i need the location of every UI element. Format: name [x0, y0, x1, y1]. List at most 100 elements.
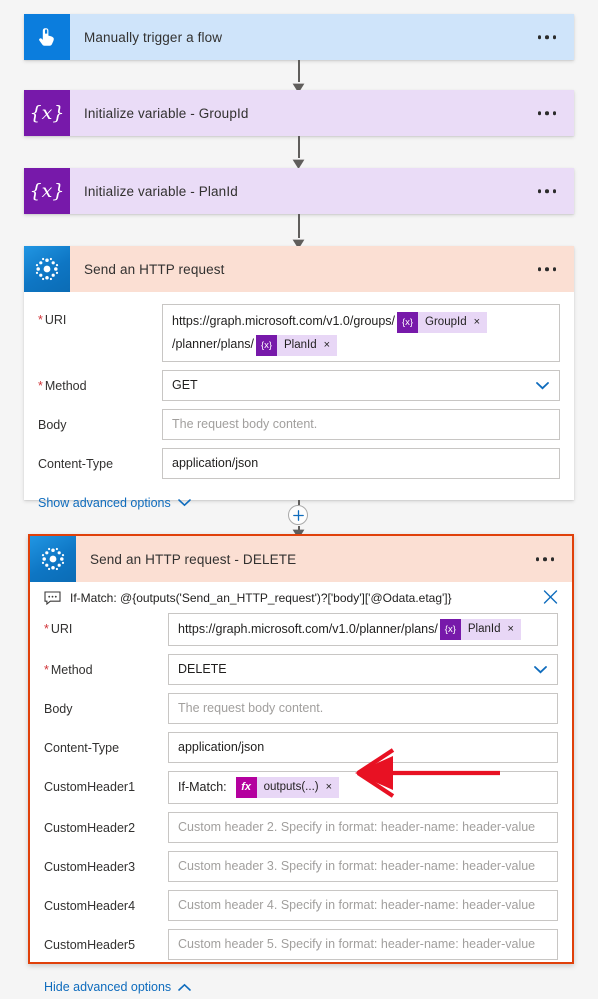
variable-braces-icon: {x}	[24, 168, 70, 214]
field-row-custom-header-1: CustomHeader1 If-Match: fx outputs(...) …	[44, 771, 558, 804]
token-label: GroupId	[425, 316, 467, 328]
show-advanced-options-link[interactable]: Show advanced options	[38, 496, 191, 510]
http-connector-icon	[24, 246, 70, 292]
token-label: outputs(...)	[263, 781, 319, 793]
card-menu-button[interactable]	[532, 551, 559, 567]
header-name-text: If-Match:	[178, 780, 227, 794]
menu-dot	[537, 35, 541, 39]
content-type-value: application/json	[172, 456, 259, 470]
step-card-init-planid[interactable]: {x} Initialize variable - PlanId	[24, 168, 574, 214]
field-label-method: * Method	[38, 379, 87, 393]
uri-input[interactable]: https://graph.microsoft.com/v1.0/planner…	[168, 613, 558, 646]
token-label: PlanId	[284, 339, 317, 351]
http-connector-icon	[30, 536, 76, 582]
menu-dot	[552, 189, 556, 193]
variable-token-icon: {x}	[439, 619, 461, 640]
card-menu-button[interactable]	[534, 29, 561, 45]
card-header[interactable]: Send an HTTP request - DELETE	[30, 536, 572, 582]
field-row-custom-header-5: CustomHeader5 Custom header 5. Specify i…	[44, 929, 558, 960]
menu-dot	[545, 35, 549, 39]
body-input[interactable]: The request body content.	[162, 409, 560, 440]
token-remove-icon[interactable]: ×	[507, 620, 520, 639]
hide-advanced-options-link[interactable]: Hide advanced options	[44, 980, 191, 994]
variable-token-icon: {x}	[397, 312, 419, 333]
token-groupid[interactable]: {x} GroupId ×	[397, 312, 488, 333]
custom-header-5-placeholder: Custom header 5. Specify in format: head…	[178, 937, 536, 951]
expression-token-icon: fx	[235, 777, 257, 798]
chevron-down-icon[interactable]	[536, 381, 549, 390]
card-header[interactable]: {x} Initialize variable - PlanId	[24, 168, 574, 214]
step-comment-row: If-Match: @{outputs('Send_an_HTTP_reques…	[30, 582, 572, 611]
body-placeholder: The request body content.	[172, 417, 318, 431]
method-value: GET	[172, 378, 198, 392]
custom-header-1-field[interactable]: If-Match: fx outputs(...) ×	[168, 771, 558, 804]
field-row-custom-header-4: CustomHeader4 Custom header 4. Specify i…	[44, 890, 558, 921]
card-menu-button[interactable]	[534, 183, 561, 199]
custom-header-2-field[interactable]: Custom header 2. Specify in format: head…	[168, 812, 558, 843]
card-header[interactable]: {x} Initialize variable - GroupId	[24, 90, 574, 136]
variable-braces-glyph: {x}	[29, 179, 65, 202]
field-row-body: Body The request body content.	[38, 409, 560, 440]
custom-header-3-field[interactable]: Custom header 3. Specify in format: head…	[168, 851, 558, 882]
token-planid[interactable]: {x} PlanId ×	[439, 619, 521, 640]
card-menu-button[interactable]	[534, 105, 561, 121]
method-select[interactable]: GET	[162, 370, 560, 401]
field-row-body: Body The request body content.	[44, 693, 558, 724]
comment-icon	[44, 591, 61, 606]
field-label-body: Body	[44, 702, 73, 716]
uri-text-segment: https://graph.microsoft.com/v1.0/planner…	[178, 622, 438, 636]
add-step-plus-button[interactable]	[288, 505, 308, 525]
custom-header-2-placeholder: Custom header 2. Specify in format: head…	[178, 820, 536, 834]
custom-header-5-field[interactable]: Custom header 5. Specify in format: head…	[168, 929, 558, 960]
card-menu-button[interactable]	[534, 261, 561, 277]
card-header[interactable]: Manually trigger a flow	[24, 14, 574, 60]
uri-input[interactable]: https://graph.microsoft.com/v1.0/groups/…	[162, 304, 560, 362]
step-card-trigger[interactable]: Manually trigger a flow	[24, 14, 574, 60]
chevron-down-icon	[177, 496, 191, 510]
show-advanced-options-label: Show advanced options	[38, 496, 171, 510]
custom-header-4-field[interactable]: Custom header 4. Specify in format: head…	[168, 890, 558, 921]
body-input[interactable]: The request body content.	[168, 693, 558, 724]
menu-dot	[552, 35, 556, 39]
token-label: PlanId	[467, 623, 501, 635]
custom-header-4-placeholder: Custom header 4. Specify in format: head…	[178, 898, 536, 912]
method-select[interactable]: DELETE	[168, 654, 558, 685]
menu-dot	[545, 267, 549, 271]
field-label-custom-header-2: CustomHeader2	[44, 821, 136, 835]
step-card-http-delete[interactable]: Send an HTTP request - DELETE If-Match: …	[28, 534, 574, 994]
body-placeholder: The request body content.	[178, 701, 324, 715]
field-label-custom-header-4: CustomHeader4	[44, 899, 136, 913]
card-title: Initialize variable - GroupId	[84, 105, 249, 121]
field-row-uri: * URI https://graph.microsoft.com/v1.0/pl…	[44, 613, 558, 646]
field-row-content-type: Content-Type application/json	[44, 732, 558, 763]
step-card-init-groupid[interactable]: {x} Initialize variable - GroupId	[24, 90, 574, 136]
required-asterisk: *	[44, 622, 49, 636]
token-planid[interactable]: {x} PlanId ×	[256, 335, 338, 356]
card-header[interactable]: Send an HTTP request	[24, 246, 574, 292]
field-label-content-type: Content-Type	[38, 457, 114, 471]
step-card-http-get[interactable]: Send an HTTP request * URI https://graph.…	[24, 246, 574, 510]
menu-dot	[535, 557, 539, 561]
required-asterisk: *	[38, 313, 43, 327]
card-body: * URI https://graph.microsoft.com/v1.0/pl…	[30, 611, 572, 999]
chevron-up-icon	[178, 980, 191, 994]
token-remove-icon[interactable]: ×	[326, 778, 339, 797]
token-remove-icon[interactable]: ×	[474, 313, 487, 332]
card-title: Initialize variable - PlanId	[84, 183, 238, 199]
flow-designer-canvas: Manually trigger a flow {x} Initialize v…	[0, 0, 598, 999]
field-row-content-type: Content-Type application/json	[38, 448, 560, 479]
content-type-input[interactable]: application/json	[168, 732, 558, 763]
close-icon[interactable]	[543, 589, 558, 604]
token-expression-outputs[interactable]: fx outputs(...) ×	[235, 777, 340, 798]
content-type-input[interactable]: application/json	[162, 448, 560, 479]
uri-text-segment: /planner/plans/	[172, 337, 255, 351]
menu-dot	[545, 189, 549, 193]
chevron-down-icon[interactable]	[534, 665, 547, 674]
token-remove-icon[interactable]: ×	[324, 336, 337, 355]
field-label-content-type: Content-Type	[44, 741, 120, 755]
menu-dot	[552, 111, 556, 115]
method-value: DELETE	[178, 662, 227, 676]
variable-braces-glyph: {x}	[29, 101, 65, 124]
card-title: Send an HTTP request - DELETE	[90, 551, 297, 567]
field-label-custom-header-3: CustomHeader3	[44, 860, 136, 874]
